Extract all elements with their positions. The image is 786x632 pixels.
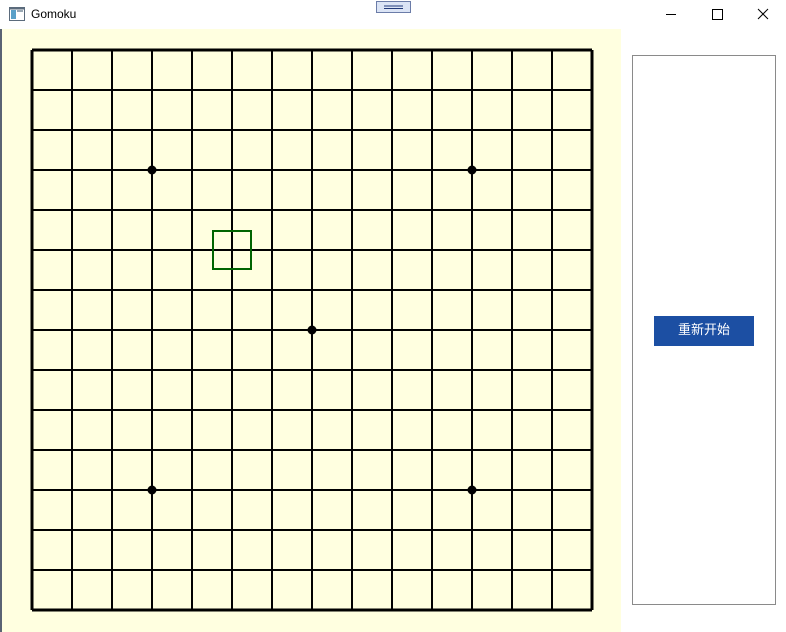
- star-point: [147, 485, 157, 495]
- star-point: [307, 325, 317, 335]
- minimize-button[interactable]: [648, 0, 694, 29]
- app-window-icon: [9, 7, 25, 21]
- side-panel: 重新开始: [632, 55, 776, 605]
- gomoku-board[interactable]: [2, 29, 621, 632]
- close-button[interactable]: [740, 0, 786, 29]
- window-title: Gomoku: [31, 7, 77, 21]
- restart-button[interactable]: 重新开始: [654, 316, 754, 346]
- drag-handle[interactable]: [376, 0, 411, 13]
- board-area[interactable]: [2, 29, 621, 632]
- maximize-button[interactable]: [694, 0, 740, 29]
- star-point: [147, 165, 157, 175]
- star-point: [467, 165, 477, 175]
- star-point: [467, 485, 477, 495]
- title-bar[interactable]: Gomoku: [0, 0, 786, 29]
